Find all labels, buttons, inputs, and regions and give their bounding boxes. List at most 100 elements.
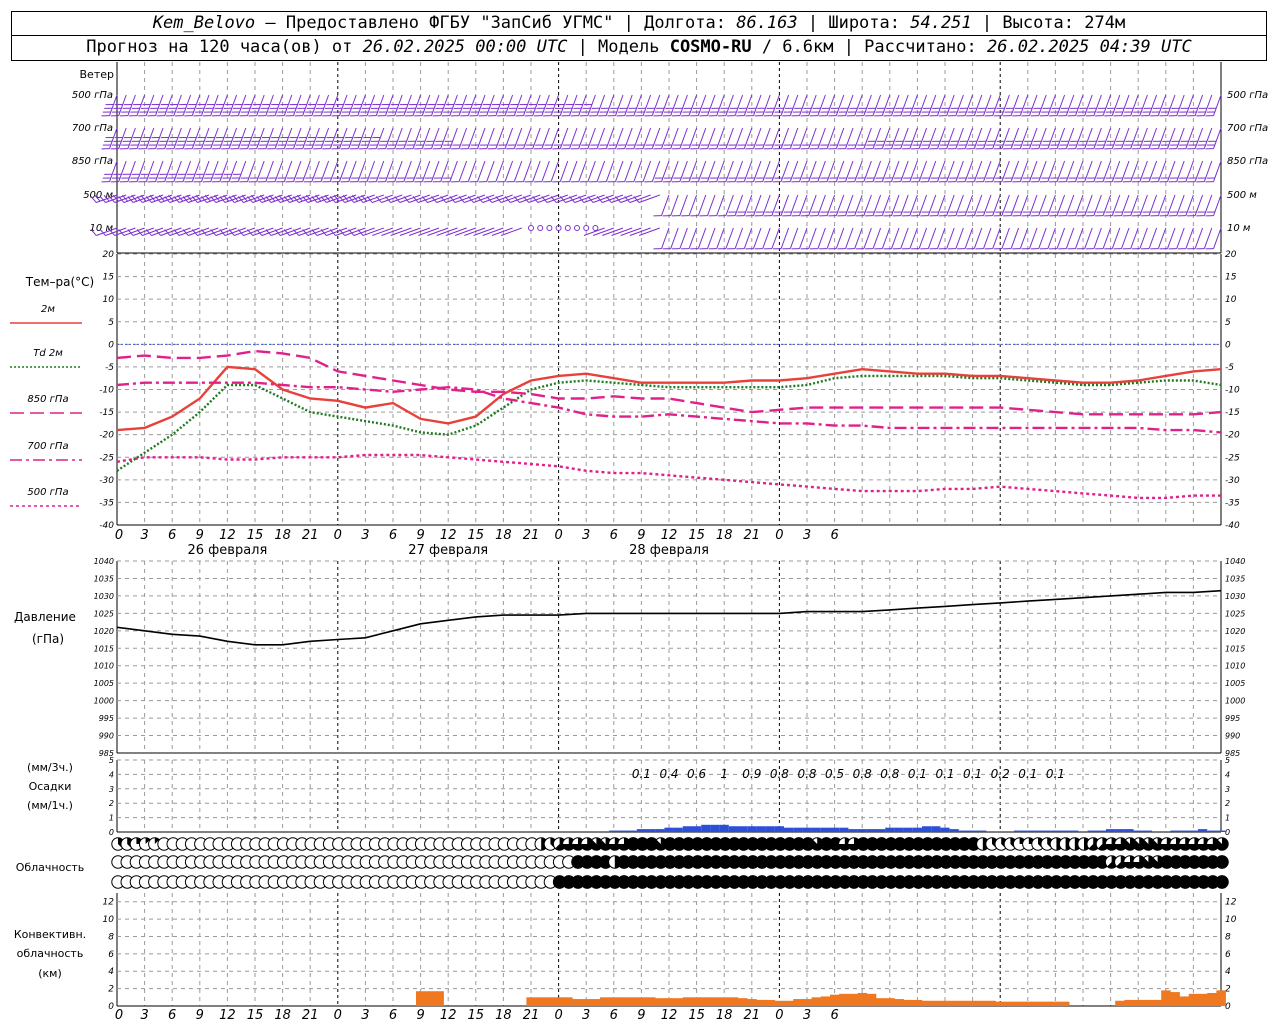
- conv-bar: [1023, 1001, 1033, 1006]
- conv-bar: [756, 999, 766, 1006]
- temp-series-line: [116, 453, 1221, 500]
- conv-bar: [1032, 1001, 1042, 1006]
- conv-bar: [434, 991, 444, 1006]
- precip-title: Осадки: [29, 780, 72, 793]
- wind-title: Ветер: [80, 68, 114, 81]
- precip-bar: [949, 829, 959, 832]
- precip-unit-1h: (мм/1ч.): [27, 799, 73, 812]
- pres-ytick-right: 1005: [1225, 679, 1245, 688]
- wind-barb-shaft: [789, 227, 799, 249]
- wind-barb-shaft: [1130, 227, 1139, 249]
- wind-barb-shaft: [449, 160, 458, 182]
- conv-bar: [1161, 990, 1171, 1006]
- wind-barb-shaft: [918, 227, 928, 249]
- wind-barb-shaft: [1194, 227, 1204, 249]
- conv-bar: [784, 1000, 794, 1006]
- temp-ytick-right: 5: [1225, 318, 1231, 328]
- wind-barb-shaft: [408, 227, 430, 236]
- precip-3h-label: 0.9: [742, 767, 761, 781]
- precip-bar: [848, 829, 858, 832]
- wind-barb-shaft: [688, 194, 698, 216]
- precip-ytick-left: 4: [109, 770, 114, 779]
- conv-ytick-right: 8: [1225, 932, 1231, 942]
- precip-ytick-left: 5: [109, 756, 114, 765]
- wind-barb-shaft: [753, 227, 762, 249]
- precip-ytick-right: 2: [1225, 799, 1230, 808]
- wind-barb-shaft: [1148, 227, 1158, 249]
- conv-bar: [673, 998, 684, 1006]
- wind-barb-shaft: [679, 194, 688, 216]
- bottom-hour-tick-label: 18: [495, 1008, 512, 1023]
- hour-tick-label: 3: [582, 528, 590, 543]
- conv-ytick-left: 12: [103, 898, 115, 908]
- temp-legend-label: Td 2м: [33, 348, 63, 359]
- precip-bar: [1179, 830, 1189, 832]
- hour-tick-label: 0: [115, 528, 123, 543]
- conv-bar: [811, 997, 822, 1006]
- precip-bar: [1115, 829, 1125, 832]
- wind-barb-shaft: [900, 227, 909, 249]
- temp-ytick-right: -40: [1225, 521, 1240, 531]
- wind-barb-shaft: [1093, 227, 1102, 249]
- wind-barb-shaft: [1029, 227, 1038, 249]
- pres-ytick-right: 1025: [1225, 609, 1245, 618]
- wind-barb-shaft: [817, 227, 826, 249]
- conv-bar: [876, 998, 886, 1006]
- bottom-hour-tick-label: 6: [830, 1008, 838, 1023]
- wind-barb-shaft: [808, 227, 817, 249]
- precip-bar: [857, 829, 867, 832]
- conv-bar: [1041, 1001, 1052, 1006]
- conv-bar: [1004, 1001, 1015, 1006]
- temp-ytick-left: 0: [108, 340, 114, 350]
- wind-barb-shaft: [353, 227, 375, 236]
- conv-bar: [682, 997, 693, 1006]
- day-label: 28 февраля: [629, 543, 709, 558]
- conv-bar: [526, 997, 536, 1006]
- bottom-hour-tick-label: 3: [803, 1008, 811, 1023]
- hour-tick-label: 3: [803, 528, 811, 543]
- wind-barb-shaft: [835, 227, 845, 249]
- bottom-hour-tick-label: 0: [115, 1008, 123, 1023]
- wind-barb-shaft: [605, 160, 615, 182]
- precip-bar: [1207, 830, 1217, 832]
- conv-bar: [535, 997, 546, 1006]
- bottom-hour-tick-label: 9: [196, 1008, 204, 1023]
- wind-barb-shaft: [578, 160, 587, 182]
- conv-bar: [820, 996, 831, 1006]
- wind-barb-shaft: [973, 227, 983, 249]
- wind-barb-shaft: [946, 227, 955, 249]
- temp-ytick-left: -5: [105, 363, 114, 373]
- cloud-cover-fill: [1215, 875, 1229, 889]
- wind-barb-shaft: [436, 227, 458, 236]
- bottom-hour-tick-label: 12: [440, 1008, 457, 1023]
- temp-ytick-left: -20: [99, 431, 114, 441]
- conv-bar: [894, 999, 904, 1006]
- precip-bar: [664, 827, 674, 832]
- wind-barb-shaft: [1213, 160, 1222, 182]
- wind-level-label-right: 700 гПа: [1227, 123, 1268, 134]
- day-label: 27 февраля: [408, 543, 488, 558]
- precip-bar: [1041, 830, 1051, 832]
- wind-barb-shaft: [670, 194, 679, 216]
- hour-tick-label: 12: [440, 528, 457, 543]
- precip-bar: [793, 827, 803, 832]
- precip-ytick-left: 3: [109, 785, 114, 794]
- conv-bar: [655, 998, 665, 1006]
- wind-barb-shaft: [1167, 227, 1176, 249]
- wind-barb-shaft: [661, 227, 670, 249]
- wind-barb-shaft: [670, 227, 679, 249]
- precip-bar: [1188, 830, 1198, 832]
- conv-bar: [1207, 992, 1217, 1006]
- conv-bar: [728, 997, 739, 1006]
- hour-tick-label: 15: [688, 528, 705, 543]
- conv-bar: [1115, 1000, 1125, 1006]
- pres-ytick-left: 1030: [94, 592, 114, 601]
- conv-bar: [765, 999, 776, 1006]
- wind-barb-shaft: [1065, 227, 1075, 249]
- conv-bar: [664, 998, 674, 1006]
- precip-3h-label: 0.1: [632, 767, 651, 781]
- bottom-hour-tick-label: 3: [140, 1008, 148, 1023]
- conv-ytick-right: 4: [1225, 967, 1231, 977]
- hour-tick-label: 15: [247, 528, 264, 543]
- bottom-hour-tick-label: 6: [389, 1008, 397, 1023]
